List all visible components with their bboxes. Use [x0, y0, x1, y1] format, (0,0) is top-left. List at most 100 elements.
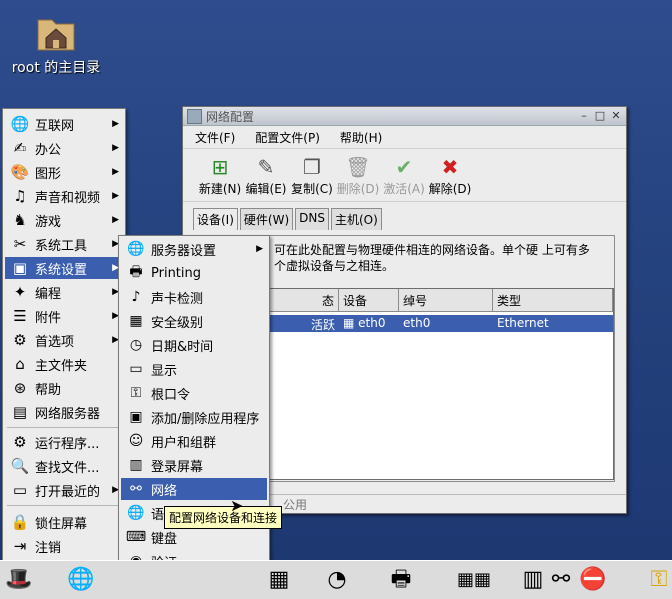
minimize-button[interactable]: –: [578, 110, 590, 122]
menu-network-servers[interactable]: ▤ 网络服务器: [5, 401, 123, 423]
run-icon: ⚙: [13, 433, 27, 451]
workspace-switcher[interactable]: ▦▦: [452, 565, 496, 595]
deactivate-button[interactable]: ✖ 解除(D): [427, 154, 473, 197]
menu-games[interactable]: ♞ 游戏 ▶: [5, 209, 123, 231]
tab-devices[interactable]: 设备(I): [193, 208, 238, 230]
submenu-add-remove-apps[interactable]: ▣ 添加/删除应用程序: [121, 406, 267, 428]
menu-system-tools[interactable]: ✂ 系统工具 ▶: [5, 233, 123, 255]
language-icon: 🌐: [127, 505, 145, 521]
keys-icon[interactable]: ⚿: [644, 565, 672, 595]
network-icon: ⚯: [130, 481, 142, 497]
system-settings-submenu: 🌐 服务器设置 ▶ 🖶 Printing ♪ 声卡检测 ▦ 安全级别 ◷ 日期&时间 ▭ 显示…: [118, 235, 270, 599]
column-device[interactable]: 设备: [339, 289, 399, 311]
tools-icon: ✂: [13, 235, 27, 253]
maximize-button[interactable]: □: [594, 110, 606, 122]
globe-icon: 🌐: [10, 115, 30, 133]
tab-hosts[interactable]: 主机(O): [330, 208, 382, 230]
sound-card-icon: ♪: [131, 289, 141, 305]
logout-icon: ⇥: [13, 537, 27, 555]
start-menu: 🌐 互联网 ▶ ✍ 办公 ▶ 🎨 图形 ▶ ♫ 声音和视频 ▶ ♞ 游戏 ▶ ✂ 系统工具 ▶ ▣ 系统设…: [2, 108, 126, 562]
office-icon: ✍: [13, 139, 27, 157]
printer-icon: 🖶: [129, 264, 143, 280]
server-icon: 🌐: [127, 241, 145, 257]
mouse-cursor-icon: ➤: [230, 496, 244, 515]
settings-icon: ▣: [12, 259, 28, 277]
submenu-keyboard[interactable]: ⌨ 键盘: [121, 526, 267, 548]
home-folder-icon: ⌂: [15, 355, 25, 373]
menu-sound-video[interactable]: ♫ 声音和视频 ▶: [5, 185, 123, 207]
tab-hardware[interactable]: 硬件(W): [239, 208, 294, 230]
delete-button[interactable]: 🗑 删除(D): [335, 154, 381, 197]
submenu-security-level[interactable]: ▦ 安全级别: [121, 310, 267, 332]
menu-file[interactable]: 文件(F): [195, 129, 235, 146]
menu-help[interactable]: ⊛ 帮助: [5, 377, 123, 399]
print-manager-icon[interactable]: 🖶: [386, 565, 416, 595]
menu-logout[interactable]: ⇥ 注销: [5, 535, 123, 557]
menu-recent[interactable]: ▭ 打开最近的 ▶: [5, 479, 123, 501]
redhat-menu-icon[interactable]: 🎩: [4, 565, 34, 595]
package-icon: ▣: [129, 409, 143, 425]
submenu-server-settings[interactable]: 🌐 服务器设置 ▶: [121, 238, 267, 260]
window-toolbar: ⊞ 新建(N) ✎ 编辑(E) ❐ 复制(C) 🗑 删除(D) ✔ 激活(A) …: [183, 149, 626, 202]
menu-system-settings[interactable]: ▣ 系统设置 ▶: [5, 257, 123, 279]
menu-internet[interactable]: 🌐 互联网 ▶: [5, 113, 123, 135]
submenu-date-time[interactable]: ◷ 日期&时间: [121, 334, 267, 356]
submenu-sound-card[interactable]: ♪ 声卡检测: [121, 286, 267, 308]
submenu-root-password[interactable]: ⚿ 根口令: [121, 382, 267, 404]
window-icon: [187, 108, 202, 124]
delete-icon: 🗑: [345, 155, 371, 179]
home-folder-desktop-icon[interactable]: root 的主目录: [6, 10, 106, 77]
submenu-login-screen[interactable]: ▥ 登录屏幕: [121, 454, 267, 476]
browser-launcher-icon[interactable]: 🌐: [66, 565, 96, 595]
submenu-network[interactable]: ⚯ 网络: [121, 478, 267, 500]
edit-icon: ✎: [257, 155, 275, 179]
menu-home-folder[interactable]: ⌂ 主文件夹: [5, 353, 123, 375]
alert-icon[interactable]: ⛔: [578, 565, 608, 595]
window-titlebar[interactable]: 网络配置 – □ ✕: [183, 107, 626, 126]
menu-separator: [7, 427, 121, 428]
menu-run-program[interactable]: ⚙ 运行程序...: [5, 431, 123, 453]
submenu-users-groups[interactable]: ☺ 用户和组群: [121, 430, 267, 452]
network-server-icon: ▤: [12, 403, 28, 421]
status-text: 公用: [283, 498, 308, 512]
home-folder-icon: [37, 19, 75, 51]
submenu-display[interactable]: ▭ 显示: [121, 358, 267, 380]
users-icon: ☺: [128, 433, 144, 449]
window-list-icon[interactable]: ▥: [518, 565, 548, 595]
edit-button[interactable]: ✎ 编辑(E): [243, 154, 289, 197]
graphics-icon: 🎨: [10, 163, 30, 181]
preferences-icon: ⚙: [13, 331, 27, 349]
activate-button[interactable]: ✔ 激活(A): [381, 154, 427, 197]
deactivate-icon: ✖: [441, 155, 459, 179]
login-screen-icon: ▥: [129, 457, 143, 473]
row-device: ▦ eth0: [343, 316, 386, 330]
menu-preferences[interactable]: ⚙ 首选项 ▶: [5, 329, 123, 351]
row-nickname: eth0: [403, 316, 431, 330]
sound-icon: ♫: [13, 187, 27, 205]
search-icon: 🔍: [10, 457, 30, 475]
menu-separator: [7, 505, 121, 506]
menu-programming[interactable]: ✦ 编程 ▶: [5, 281, 123, 303]
close-button[interactable]: ✕: [610, 110, 622, 122]
programming-icon: ✦: [13, 283, 27, 301]
chart-app-icon[interactable]: ▦: [264, 565, 294, 595]
menu-search-files[interactable]: 🔍 查找文件...: [5, 455, 123, 477]
tab-dns[interactable]: DNS: [295, 208, 329, 230]
submenu-printing[interactable]: 🖶 Printing: [121, 262, 267, 284]
copy-button[interactable]: ❐ 复制(C): [289, 154, 335, 197]
new-button[interactable]: ⊞ 新建(N): [197, 154, 243, 197]
menu-office[interactable]: ✍ 办公 ▶: [5, 137, 123, 159]
presentation-app-icon[interactable]: ◔: [322, 565, 352, 595]
clock-icon: ◷: [129, 337, 143, 353]
column-type[interactable]: 类型: [493, 289, 613, 311]
window-title: 网络配置: [206, 109, 255, 124]
row-type: Ethernet: [497, 316, 549, 330]
column-nickname[interactable]: 绰号: [399, 289, 493, 311]
network-status-icon[interactable]: ⚯: [546, 565, 576, 595]
menu-help[interactable]: 帮助(H): [340, 129, 382, 146]
display-icon: ▭: [129, 361, 143, 377]
menu-lock-screen[interactable]: 🔒 锁住屏幕: [5, 511, 123, 533]
menu-accessories[interactable]: ☰ 附件 ▶: [5, 305, 123, 327]
menu-graphics[interactable]: 🎨 图形 ▶: [5, 161, 123, 183]
menu-profile[interactable]: 配置文件(P): [255, 129, 320, 146]
